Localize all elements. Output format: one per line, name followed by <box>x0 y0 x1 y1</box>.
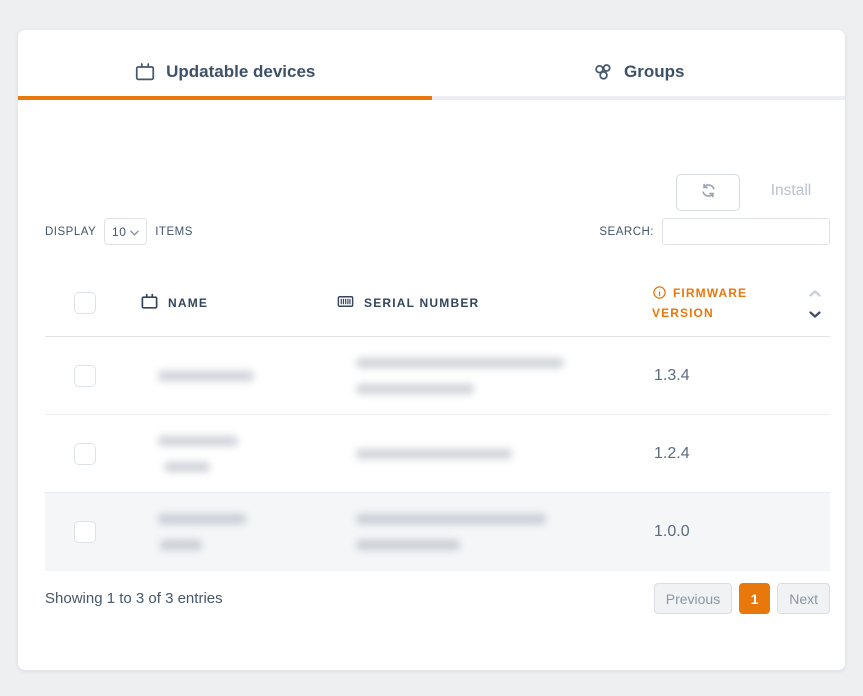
tab-groups[interactable]: Groups <box>432 30 846 100</box>
entries-summary: Showing 1 to 3 of 3 entries <box>45 590 223 607</box>
select-all-checkbox[interactable] <box>74 292 96 314</box>
name-header-label: NAME <box>168 296 208 310</box>
firmware-column-header: FIRMWARE VERSION <box>652 285 774 322</box>
name-column-header: NAME <box>140 292 336 314</box>
display-count-value: 10 <box>112 225 126 239</box>
display-count-select[interactable]: 10 <box>104 218 147 245</box>
firmware-version-value: 1.0.0 <box>652 523 800 541</box>
redacted-name-text <box>140 436 336 472</box>
redacted-name-text <box>140 371 336 381</box>
row-checkbox[interactable] <box>74 365 96 387</box>
items-label: ITEMS <box>155 226 193 238</box>
barcode-icon <box>336 292 355 314</box>
devices-table: NAME SERIAL NUMBER FIRMWARE VERSION <box>45 270 830 571</box>
pagination: Previous 1 Next <box>654 583 830 614</box>
table-row: 1.0.0 <box>45 493 830 571</box>
table-row: 1.2.4 <box>45 415 830 493</box>
serial-column-header: SERIAL NUMBER <box>336 292 652 314</box>
content-card: Updatable devices Groups Install <box>18 30 845 670</box>
tab-label: Updatable devices <box>166 62 315 82</box>
sort-asc-icon <box>809 284 821 302</box>
firmware-version-value: 1.2.4 <box>652 445 800 463</box>
sort-desc-icon <box>809 305 821 323</box>
tab-label: Groups <box>624 62 684 82</box>
redacted-serial-text <box>336 514 652 550</box>
groups-icon <box>592 61 614 83</box>
refresh-icon <box>700 182 717 204</box>
tab-updatable-devices[interactable]: Updatable devices <box>18 30 432 100</box>
search-label: SEARCH: <box>599 226 654 238</box>
sort-control[interactable] <box>800 284 830 323</box>
serial-header-label: SERIAL NUMBER <box>364 296 479 310</box>
redacted-serial-text <box>336 358 652 394</box>
device-icon <box>134 61 156 83</box>
display-label: DISPLAY <box>45 226 96 238</box>
refresh-button[interactable] <box>676 174 740 211</box>
redacted-serial-text <box>336 449 652 459</box>
table-row: 1.3.4 <box>45 337 830 415</box>
table-controls: DISPLAY 10 ITEMS SEARCH: <box>45 218 830 246</box>
info-icon <box>652 289 667 303</box>
display-count-control: DISPLAY 10 ITEMS <box>45 218 193 245</box>
next-page-button[interactable]: Next <box>777 583 830 614</box>
row-checkbox[interactable] <box>74 521 96 543</box>
search-input[interactable] <box>662 218 830 245</box>
previous-page-button[interactable]: Previous <box>654 583 732 614</box>
chevron-down-icon <box>130 225 139 239</box>
page-1-button[interactable]: 1 <box>739 583 770 614</box>
table-header-row: NAME SERIAL NUMBER FIRMWARE VERSION <box>45 270 830 337</box>
tab-bar: Updatable devices Groups <box>18 30 845 100</box>
search-control: SEARCH: <box>599 218 830 245</box>
install-button[interactable]: Install <box>751 182 831 200</box>
device-icon <box>140 292 159 314</box>
redacted-name-text <box>140 514 336 550</box>
firmware-version-value: 1.3.4 <box>652 367 800 385</box>
row-checkbox[interactable] <box>74 443 96 465</box>
